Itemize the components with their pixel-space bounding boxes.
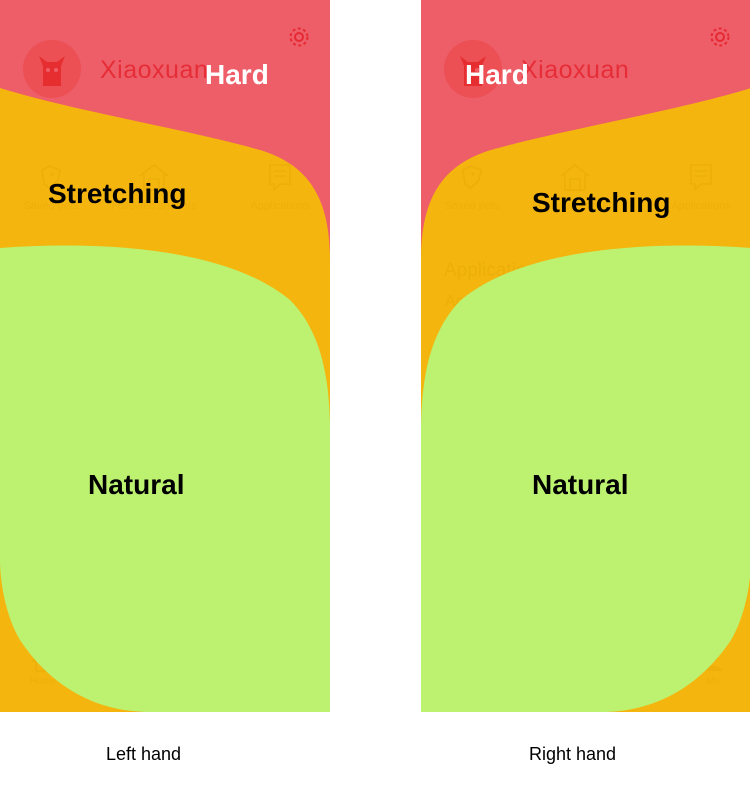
application-status-title: Application Status bbox=[23, 260, 176, 281]
document-icon bbox=[690, 164, 712, 192]
stretching-zone-label: Stretching bbox=[532, 187, 671, 218]
profile-screen: Xiaoxuan Saved pets Followed shelters Ap… bbox=[0, 0, 330, 712]
tab-me[interactable]: Me bbox=[683, 650, 743, 687]
document-icon bbox=[269, 164, 291, 192]
active-label: Active bbox=[445, 293, 489, 310]
step-4: 4 bbox=[658, 365, 706, 413]
step-2: 2 bbox=[103, 365, 151, 413]
chevron-right-icon bbox=[719, 498, 730, 516]
applications-shortcut[interactable]: Applications bbox=[230, 162, 330, 212]
cat-avatar-icon bbox=[23, 40, 81, 98]
application-card[interactable]: Tiger 1 2 3 4 In Review Meet Approved On… bbox=[20, 323, 313, 469]
left-hand-caption: Left hand bbox=[106, 744, 182, 764]
step-2: 2 bbox=[524, 365, 572, 413]
home-icon bbox=[31, 650, 55, 672]
step-4-label: On the way bbox=[238, 417, 284, 427]
step-4-label: On the way bbox=[659, 417, 705, 427]
chevron-right-icon bbox=[298, 498, 309, 516]
tab-network-label: Network bbox=[612, 678, 650, 689]
chats-badge: 4 bbox=[552, 647, 564, 659]
track-pet-link[interactable]: Track your pet bbox=[221, 433, 301, 442]
tab-network[interactable]: Network bbox=[180, 650, 240, 689]
hard-zone-label: Hard bbox=[205, 59, 269, 90]
saved-pets-shortcut[interactable]: Saved pets bbox=[422, 162, 522, 212]
home-icon bbox=[452, 650, 476, 672]
tab-chats-label: Chats bbox=[111, 676, 139, 687]
application-card[interactable]: Tiger 1 2 3 4 In Review Meet Approved On… bbox=[441, 323, 734, 469]
tab-home-label: Home bbox=[450, 676, 478, 687]
step-1: 1 bbox=[35, 365, 83, 413]
bottom-tab-bar: Home 4 Chats Network Me bbox=[421, 640, 750, 712]
username: Xiaoxuan bbox=[521, 56, 630, 84]
applications-label: Applications bbox=[671, 200, 731, 212]
left-hand-phone-mockup: Xiaoxuan Saved pets Followed shelters Ap… bbox=[0, 0, 330, 712]
tab-network-label: Network bbox=[191, 678, 229, 689]
natural-zone-label: Natural bbox=[532, 469, 629, 500]
username: Xiaoxuan bbox=[100, 56, 209, 84]
hard-zone-label: Hard bbox=[465, 59, 529, 90]
application-status-title: Application Status bbox=[444, 260, 597, 281]
saved-pets-label: Saved pets bbox=[444, 200, 500, 212]
stretching-zone-label: Stretching bbox=[48, 178, 187, 209]
tab-network[interactable]: Network bbox=[601, 650, 661, 689]
tab-me-label: Me bbox=[706, 676, 720, 687]
person-icon bbox=[704, 652, 722, 671]
profile-header: Xiaoxuan bbox=[421, 0, 750, 110]
step-3: 3 bbox=[591, 365, 639, 413]
profile-screen: Xiaoxuan Saved pets Followed shelters Ap… bbox=[421, 0, 750, 712]
step-1: 1 bbox=[456, 365, 504, 413]
bottom-tab-bar: Home 4 Chats Network Me bbox=[0, 640, 330, 712]
dog-icon bbox=[462, 165, 482, 190]
profile-header: Xiaoxuan bbox=[0, 0, 330, 110]
right-hand-phone-mockup: Xiaoxuan Saved pets Followed shelters Ap… bbox=[421, 0, 750, 712]
tab-home[interactable]: Home bbox=[434, 650, 494, 687]
applications-label: Applications bbox=[250, 200, 310, 212]
step-4: 4 bbox=[237, 365, 285, 413]
chats-badge: 4 bbox=[131, 647, 143, 659]
pet-name: Tiger bbox=[40, 335, 76, 352]
natural-zone-label: Natural bbox=[88, 469, 185, 500]
step-3: 3 bbox=[170, 365, 218, 413]
tab-me-label: Me bbox=[285, 676, 299, 687]
right-hand-caption: Right hand bbox=[529, 744, 617, 764]
person-icon bbox=[283, 652, 301, 671]
tab-home-label: Home bbox=[29, 676, 57, 687]
network-icon bbox=[199, 651, 221, 673]
gear-icon[interactable] bbox=[288, 26, 310, 48]
track-pet-link[interactable]: Track your pet bbox=[642, 433, 722, 442]
gear-icon[interactable] bbox=[709, 26, 731, 48]
tab-me[interactable]: Me bbox=[262, 650, 322, 687]
pet-name: Tiger bbox=[461, 335, 497, 352]
network-icon bbox=[620, 651, 642, 673]
tab-chats-label: Chats bbox=[532, 676, 560, 687]
tab-chats[interactable]: 4 Chats bbox=[516, 647, 576, 687]
avatar[interactable] bbox=[23, 40, 81, 98]
active-label: Active bbox=[24, 293, 68, 310]
tab-home[interactable]: Home bbox=[13, 650, 73, 687]
tab-chats[interactable]: 4 Chats bbox=[95, 647, 155, 687]
